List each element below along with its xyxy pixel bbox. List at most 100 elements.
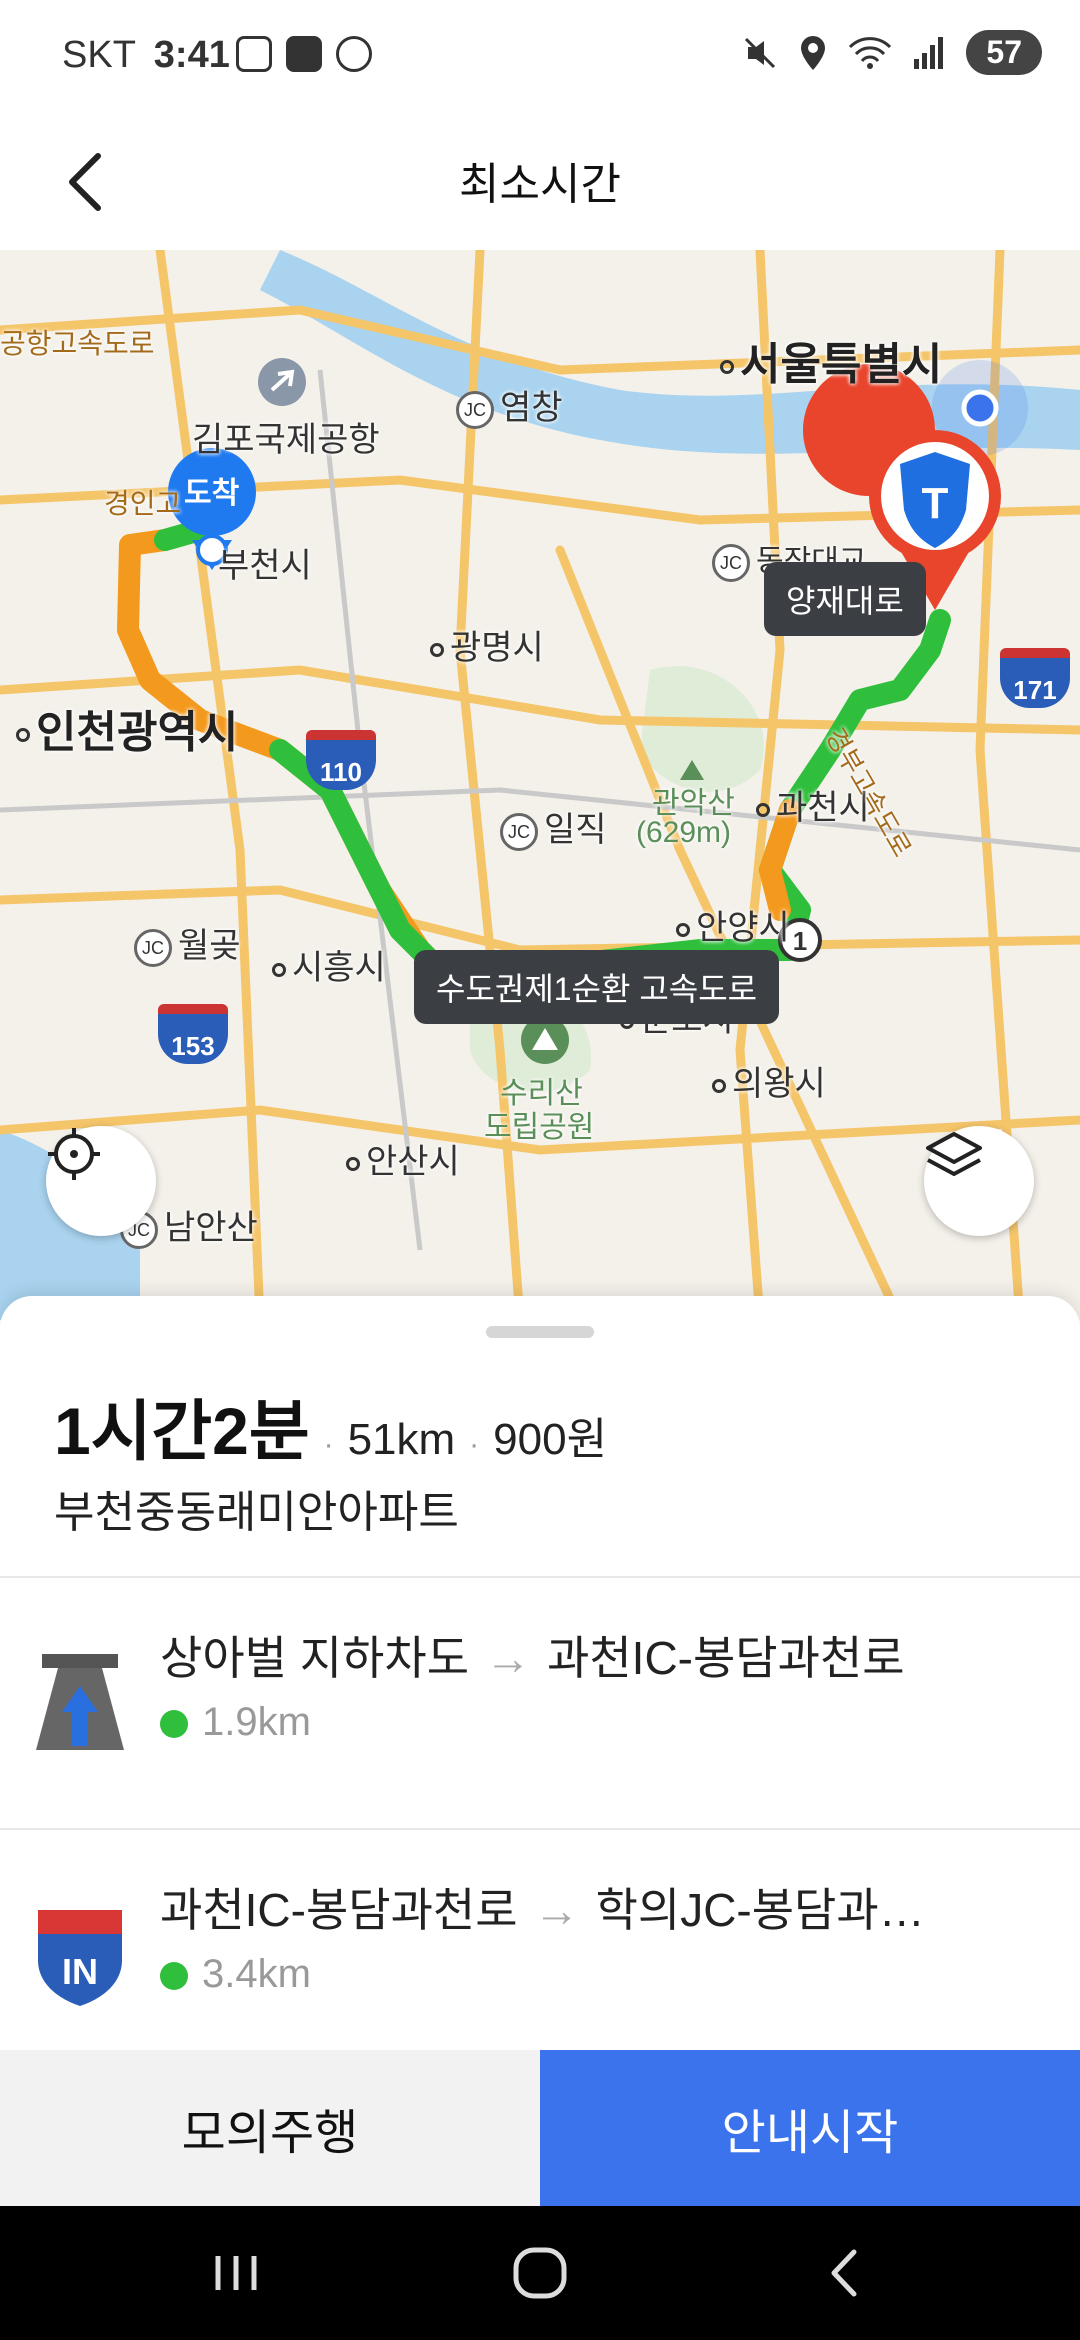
city-dot-icon (346, 1157, 360, 1172)
map-label-wolgot: JC 월곶 (134, 918, 241, 968)
road-6 (155, 250, 265, 1320)
screenshot-icon (236, 36, 272, 72)
page-title: 최소시간 (459, 160, 621, 209)
route-map[interactable]: 1 T 서울특별시 김포국제공항 JC 염창 부천시 광명시 인천광역시 관악산 … (0, 250, 1080, 1320)
step-distance: 3.4km (160, 1952, 311, 1997)
map-label-bucheon: 부천시 (218, 547, 312, 585)
city-dot-icon (720, 360, 734, 375)
step-arrow: → (533, 1884, 580, 1936)
map-label-gwanaksan-height: (629m) (636, 816, 732, 849)
step-road-names: 상아벌 지하차도 → 과천IC-봉담과천로 (160, 1622, 1000, 1688)
city-dot-icon (16, 728, 30, 743)
separator-dot: · (469, 1428, 480, 1461)
map-label-siheung: 시흥시 (272, 940, 386, 989)
highway-shield-icon: 110 (306, 730, 376, 790)
step-distance-text: 1.9km (202, 1700, 311, 1744)
separator-dot: · (323, 1428, 334, 1461)
step-from: 과천IC-봉담과천로 (160, 1884, 518, 1936)
map-label-ilzik: JC 일직 (500, 802, 607, 852)
route-step[interactable]: 상아벌 지하차도 → 과천IC-봉담과천로 1.9km (0, 1578, 1080, 1828)
highway-shield-icon: 153 (158, 1004, 228, 1064)
mute-icon (745, 37, 776, 68)
city-dot-icon (756, 803, 770, 818)
step-from: 상아벌 지하차도 (160, 1632, 470, 1684)
step-distance-text: 3.4km (202, 1952, 311, 1996)
city-dot-icon (676, 923, 690, 938)
step-arrow: → (485, 1632, 532, 1684)
route-distance: 51km (347, 1415, 456, 1464)
siheung-text: 시흥시 (292, 949, 386, 987)
gwangmyeong-text: 광명시 (450, 629, 544, 667)
step-road-names: 과천IC-봉담과천로 → 학의JC-봉담과… (160, 1874, 1000, 1940)
action-bar: 모의주행 안내시작 (0, 2050, 1080, 2206)
route-toll: 900원 (493, 1415, 608, 1464)
seoul-text: 서울특별시 (740, 340, 943, 389)
map-label-ansan: 안산시 (346, 1134, 460, 1183)
route-summary-sheet: 1시간2분 · 51km · 900원 부천중동래미안아파트 상아벌 지하차도 →… (0, 1296, 1080, 2050)
namansan-text: 남안산 (164, 1209, 258, 1247)
underpass-icon (36, 1654, 124, 1750)
step-to: 학의JC-봉담과… (595, 1884, 925, 1936)
wifi-icon (849, 36, 892, 69)
city-dot-icon (430, 643, 444, 658)
crosshair-icon (48, 1128, 100, 1180)
highway-shield-icon: 171 (1000, 648, 1070, 708)
city-dot-icon (272, 963, 286, 978)
ansan-text: 안산시 (366, 1143, 460, 1181)
map-label-anyang: 안양시 (676, 900, 790, 949)
route-duration: 1시간2분 (54, 1394, 310, 1468)
sheet-drag-handle[interactable] (486, 1326, 594, 1338)
signal-icon (914, 36, 944, 69)
back-icon[interactable] (804, 2236, 884, 2310)
highway-callout[interactable]: 수도권제1순환 고속도로 (414, 950, 780, 1024)
simulate-drive-button[interactable]: 모의주행 (0, 2050, 540, 2206)
wolgot-text: 월곶 (178, 927, 241, 965)
map-label-gyeongin: 경인고 (104, 488, 182, 519)
route-summary: 1시간2분 · 51km · 900원 (54, 1378, 607, 1474)
starbucks-icon (336, 36, 372, 72)
my-location-button[interactable] (46, 1126, 156, 1236)
city-dot-icon (712, 1079, 726, 1094)
map-label-gwangmyeong: 광명시 (430, 620, 544, 669)
carrier-label: SKT (62, 34, 136, 76)
start-guidance-button[interactable]: 안내시작 (540, 2050, 1080, 2206)
map-label-seoul: 서울특별시 (720, 328, 942, 392)
jc-icon: JC (712, 544, 750, 583)
recent-apps-icon[interactable] (196, 2236, 276, 2310)
traffic-status-dot (160, 1962, 188, 1991)
clock: 3:41 (153, 34, 230, 76)
notification-icons (236, 36, 372, 72)
green-area (640, 666, 764, 792)
svg-text:IN: IN (62, 1951, 98, 1992)
map-label-surisan-park: 도립공원 (484, 1111, 595, 1144)
jc-icon: JC (500, 813, 538, 852)
map-label-gimpo-airport: 김포국제공항 (192, 421, 380, 459)
carrier: SKT 3:41 (62, 34, 230, 77)
map-label-incheon: 인천광역시 (16, 696, 238, 760)
traffic-status-dot (160, 1710, 188, 1739)
ilzik-text: 일직 (544, 811, 607, 849)
b-app-icon (286, 36, 322, 72)
anyang-text: 안양시 (696, 909, 790, 947)
start-callout[interactable]: 양재대로 (764, 562, 926, 636)
map-label-yeomchang: JC 염창 (456, 380, 563, 430)
map-label-uiwang: 의왕시 (712, 1056, 826, 1105)
status-bar: SKT 3:41 57 (0, 0, 1080, 118)
home-icon[interactable] (500, 2236, 580, 2310)
map-layers-button[interactable] (924, 1126, 1034, 1236)
system-navigation-bar (0, 2206, 1080, 2340)
jc-icon: JC (134, 929, 172, 968)
uiwang-text: 의왕시 (732, 1065, 826, 1103)
map-label-airport-road: 공항고속도로 (0, 328, 155, 359)
destination-name: 부천중동래미안아파트 (54, 1488, 459, 1537)
highway-in-icon: IN (38, 1910, 122, 2006)
route-step[interactable]: IN 과천IC-봉담과천로 → 학의JC-봉담과… 3.4km (0, 1830, 1080, 2050)
step-to: 과천IC-봉담과천로 (547, 1632, 905, 1684)
current-location-dot (961, 389, 999, 427)
incheon-text: 인천광역시 (36, 708, 239, 757)
battery-indicator: 57 (966, 30, 1042, 75)
system-icons: 57 (742, 30, 1042, 75)
location-icon (801, 35, 826, 70)
arrival-marker-label: 도착 (184, 477, 240, 510)
step-marker-1-num: 1 (793, 926, 807, 956)
